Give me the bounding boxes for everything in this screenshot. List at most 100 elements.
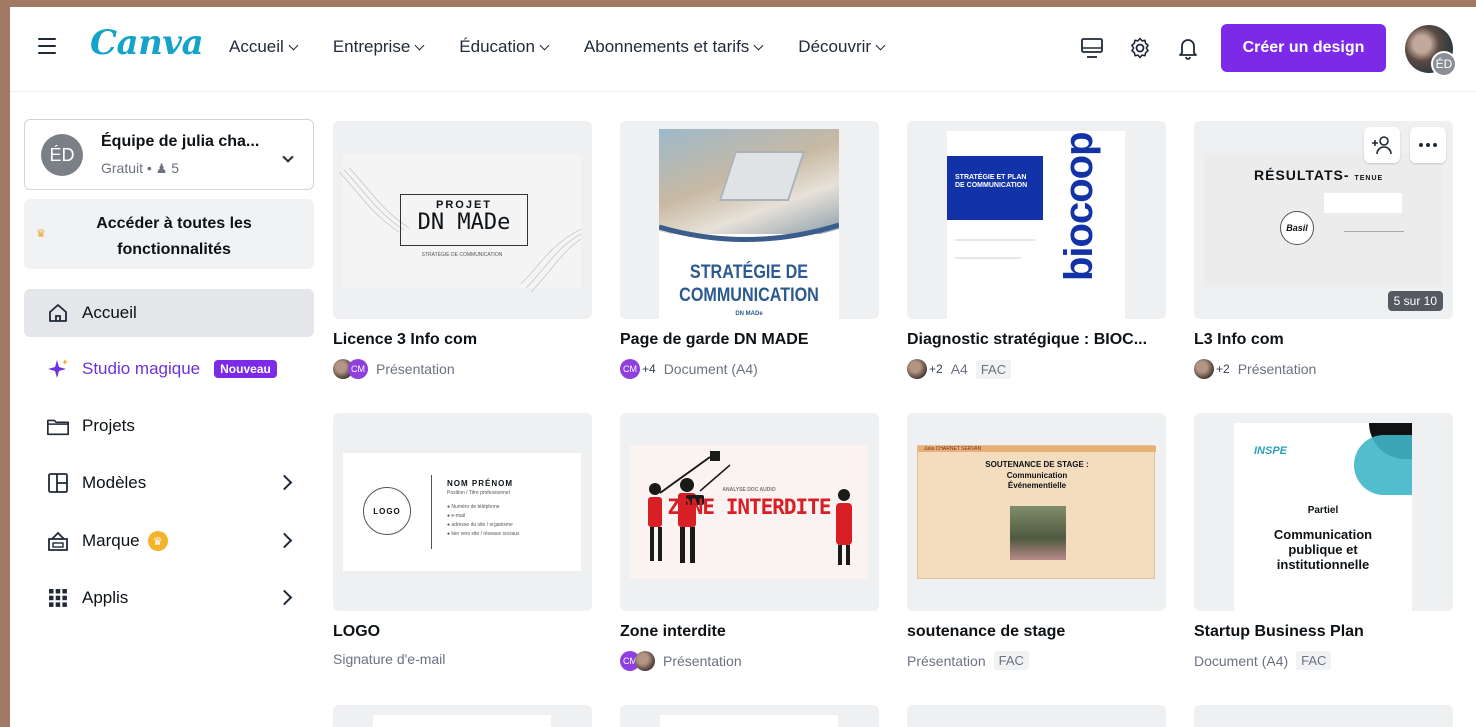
inspe-logo: INSPE <box>1254 445 1288 457</box>
sparkle-icon <box>46 357 70 381</box>
design-meta: +2 Présentation <box>1194 359 1316 379</box>
team-switcher[interactable]: ÉD Équipe de julia cha... Gratuit • ♟ 5 <box>24 119 314 190</box>
thumb-title: DN MADe <box>417 210 511 235</box>
thumb-subtitle: STRATÉGIE DE COMMUNICATION <box>421 252 503 258</box>
sidebar-item-applis[interactable]: Applis <box>24 574 314 622</box>
thumb-heading: STRATÉGIE DE COMMUNICATION <box>679 262 819 306</box>
upgrade-banner[interactable]: ♛ Accéder à toutes les fonctionnalités <box>24 199 314 269</box>
design-thumbnail[interactable] <box>333 705 592 727</box>
design-thumbnail[interactable]: ANALYSE DOC AUDIO ZONE INTERDITE <box>620 413 879 611</box>
sidebar-item-label: Projets <box>82 416 135 435</box>
project-title-box: PROJET DN MADe <box>400 194 528 246</box>
crown-icon: ♛ <box>147 531 168 551</box>
apps-grid-icon <box>46 586 70 610</box>
design-thumbnail[interactable]: STRATÉGIE ET PLAN DE COMMUNICATION bioco… <box>907 121 1166 319</box>
contact-line: ● Numéro de téléphone <box>447 504 500 510</box>
design-title[interactable]: Diagnostic stratégique : BIOC... <box>907 331 1147 349</box>
nav-discover[interactable]: Découvrir <box>798 37 886 57</box>
nav-pricing[interactable]: Abonnements et tarifs <box>584 37 764 57</box>
thumb-title: SOUTENANCE DE STAGE : <box>985 460 1089 469</box>
chevron-down-icon <box>539 40 550 50</box>
people-icon: ♟ <box>155 161 168 176</box>
team-name: Équipe de julia cha... <box>101 133 260 150</box>
thumb-kicker: ANALYSE DOC AUDIO <box>722 487 776 493</box>
page-count-badge: 5 sur 10 <box>1387 291 1443 311</box>
text-line <box>955 239 1035 241</box>
desktop-app-icon[interactable] <box>1079 35 1105 61</box>
design-thumbnail[interactable]: LOGO NOM PRÉNOM Position / Titre profess… <box>333 413 592 611</box>
chevron-down-icon <box>414 40 425 50</box>
more-options-icon[interactable] <box>1410 127 1446 163</box>
biocoop-logo: biocoop <box>1057 132 1101 281</box>
nav-entreprise[interactable]: Entreprise <box>332 37 425 57</box>
nav-label: Découvrir <box>798 37 872 56</box>
canva-logo[interactable]: Canva <box>90 23 204 63</box>
design-meta: Signature d'e-mail <box>333 651 445 667</box>
design-title[interactable]: Zone interdite <box>620 623 726 641</box>
design-thumbnail[interactable] <box>620 705 879 727</box>
avatar <box>1194 359 1214 379</box>
slide-preview: Julia CHARNET SERVAN SOUTENANCE DE STAGE… <box>917 445 1156 579</box>
wave-lines-decoration <box>339 167 409 233</box>
settings-gear-icon[interactable] <box>1127 35 1153 61</box>
avatar <box>635 651 655 671</box>
design-title[interactable]: L3 Info com <box>1194 331 1284 349</box>
page-preview: STRATÉGIE ET PLAN DE COMMUNICATION bioco… <box>947 131 1125 319</box>
sidebar-item-accueil[interactable]: Accueil <box>24 289 314 337</box>
collaborator-avatars <box>1194 359 1214 379</box>
brand-icon <box>46 529 70 553</box>
notifications-bell-icon[interactable] <box>1175 35 1201 61</box>
design-type: Document (A4) <box>663 361 758 377</box>
chevron-right-icon <box>276 589 293 606</box>
create-design-button[interactable]: Créer un design <box>1221 24 1386 72</box>
signature-job: Position / Titre professionnel <box>447 490 510 496</box>
sidebar-item-studio-magique[interactable]: Studio magique Nouveau <box>24 345 314 393</box>
nav-accueil[interactable]: Accueil <box>229 37 299 57</box>
nav-label: Éducation <box>459 37 535 56</box>
chevron-down-icon <box>875 40 886 50</box>
design-title[interactable]: Licence 3 Info com <box>333 331 477 349</box>
thumb-author: Julia CHARNET SERVAN <box>924 446 982 452</box>
design-title[interactable]: LOGO <box>333 623 380 641</box>
laptop-shape <box>718 151 806 201</box>
chevron-right-icon <box>276 532 293 549</box>
design-title[interactable]: soutenance de stage <box>907 623 1065 641</box>
design-type: Présentation <box>1237 361 1317 377</box>
signature-preview: LOGO NOM PRÉNOM Position / Titre profess… <box>343 453 581 571</box>
menu-icon[interactable] <box>38 38 56 54</box>
canva-window: Canva Accueil Entreprise Éducation Abonn… <box>10 7 1476 727</box>
share-people-icon[interactable] <box>1364 127 1400 163</box>
speech-bubble <box>1324 193 1402 213</box>
design-thumbnail[interactable]: PROJET DN MADe STRATÉGIE DE COMMUNICATIO… <box>333 121 592 319</box>
bullet-text <box>1344 231 1404 257</box>
design-thumbnail[interactable]: Julia CHARNET SERVAN SOUTENANCE DE STAGE… <box>907 413 1166 611</box>
design-thumbnail[interactable]: STRATÉGIE DE COMMUNICATION DN MADe <box>620 121 879 319</box>
nav-education[interactable]: Éducation <box>459 37 550 57</box>
design-thumbnail[interactable]: INSPE Partiel Communication publique et … <box>1194 413 1453 611</box>
design-thumbnail[interactable] <box>1194 705 1453 727</box>
slide-preview: ANALYSE DOC AUDIO ZONE INTERDITE <box>630 445 868 579</box>
wave-divider <box>659 222 839 251</box>
thumb-title: Communication publique et institutionnel… <box>1273 527 1373 572</box>
slide-preview: RÉSULTATS- TENUE Basil <box>1204 153 1442 287</box>
sidebar-item-projets[interactable]: Projets <box>24 402 314 450</box>
sidebar-item-modeles[interactable]: Modèles <box>24 459 314 507</box>
slide-preview: PROJET DN MADe STRATÉGIE DE COMMUNICATIO… <box>339 154 581 293</box>
thumb-title: RÉSULTATS- TENUE <box>1254 167 1383 183</box>
nav-label: Entreprise <box>332 37 411 56</box>
signature-contact-lines: ● Numéro de téléphone ● e-mail ● adresse… <box>447 503 520 539</box>
shared-count: +2 <box>1216 362 1230 376</box>
design-type: Signature d'e-mail <box>333 651 446 667</box>
design-type: Présentation <box>376 361 455 377</box>
design-title[interactable]: Page de garde DN MADE <box>620 331 808 349</box>
sidebar-item-label: Accueil <box>82 303 137 322</box>
collaborator-avatars: CM <box>620 651 655 671</box>
sidebar-item-marque[interactable]: Marque ♛ <box>24 517 314 565</box>
design-thumbnail[interactable] <box>907 705 1166 727</box>
shape-teal <box>1354 435 1412 495</box>
avatar <box>907 359 927 379</box>
design-thumbnail[interactable]: RÉSULTATS- TENUE Basil 5 sur 10 <box>1194 121 1453 319</box>
home-icon <box>46 301 70 325</box>
signature-name: NOM PRÉNOM <box>447 479 513 488</box>
design-title[interactable]: Startup Business Plan <box>1194 623 1364 641</box>
